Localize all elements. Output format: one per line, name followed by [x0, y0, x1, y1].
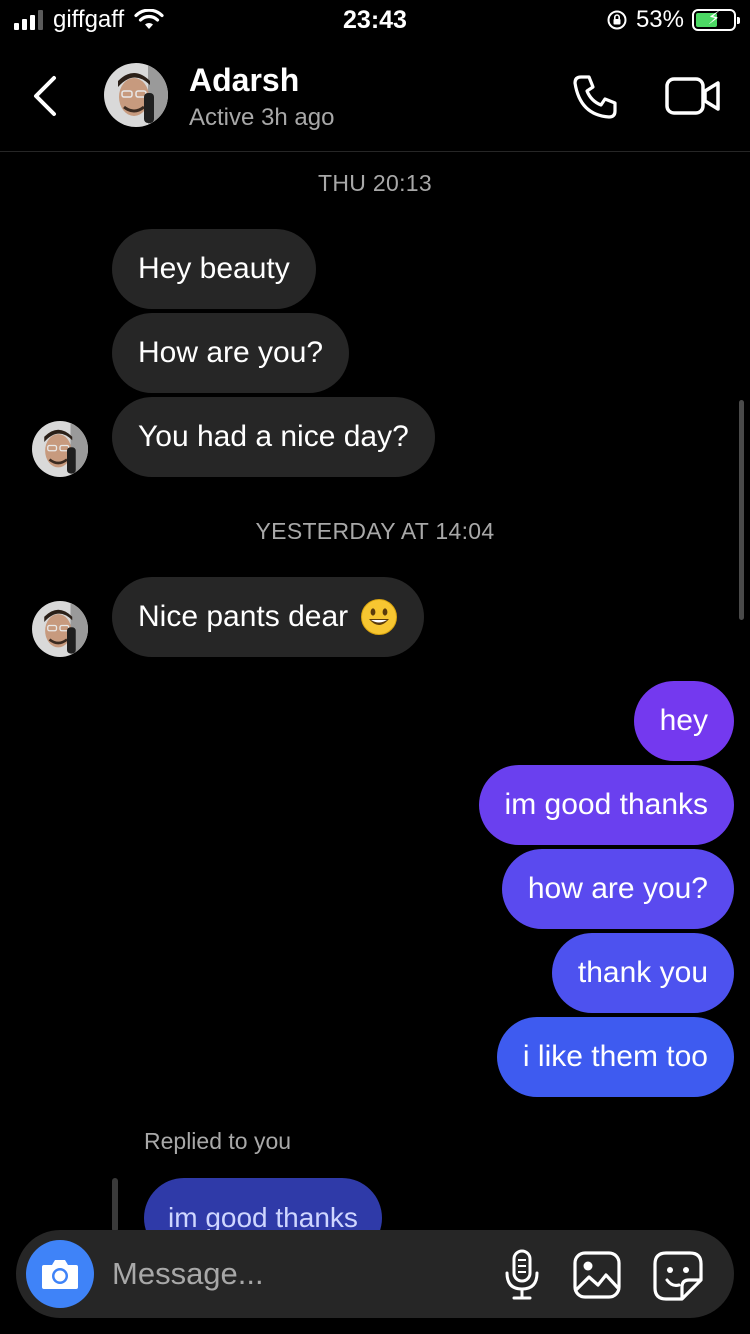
- message-text: Nice pants dear: [138, 600, 349, 633]
- sender-avatar[interactable]: [32, 601, 88, 657]
- incoming-message[interactable]: You had a nice day?: [112, 397, 435, 477]
- active-status: Active 3h ago: [189, 104, 335, 131]
- battery-percent: 53%: [635, 6, 684, 33]
- contact-name[interactable]: Adarsh: [189, 62, 299, 99]
- scroll-indicator[interactable]: [739, 400, 744, 620]
- status-bar: giffgaff 23:43 53% ⚡: [0, 0, 750, 44]
- smiley-emoji-icon: [361, 599, 398, 635]
- incoming-message[interactable]: Hey beauty: [112, 229, 316, 309]
- incoming-message[interactable]: Nice pants dear: [112, 577, 425, 657]
- message-input[interactable]: [112, 1252, 472, 1296]
- incoming-message[interactable]: How are you?: [112, 313, 350, 393]
- outgoing-message[interactable]: hey: [633, 681, 734, 761]
- timestamp: YESTERDAY AT 14:04: [255, 518, 495, 544]
- battery-charging-icon: ⚡: [692, 8, 740, 31]
- sticker-icon[interactable]: [652, 1250, 704, 1302]
- video-camera-icon[interactable]: [664, 74, 722, 118]
- gallery-icon[interactable]: [572, 1250, 622, 1300]
- sender-avatar[interactable]: [32, 421, 88, 477]
- replied-label: Replied to you: [144, 1128, 292, 1154]
- outgoing-message[interactable]: thank you: [551, 933, 734, 1013]
- orientation-lock-icon: [607, 10, 627, 30]
- back-chevron-icon[interactable]: [26, 72, 70, 120]
- phone-icon[interactable]: [570, 72, 620, 122]
- message-composer: [16, 1230, 734, 1318]
- chat-header: Adarsh Active 3h ago: [0, 44, 750, 152]
- camera-button[interactable]: [26, 1240, 94, 1308]
- outgoing-message[interactable]: im good thanks: [478, 765, 734, 845]
- reply-quote-bar: [112, 1178, 118, 1232]
- camera-icon: [42, 1260, 78, 1289]
- microphone-icon[interactable]: [502, 1248, 542, 1302]
- avatar[interactable]: [104, 63, 168, 127]
- outgoing-message[interactable]: how are you?: [501, 849, 734, 929]
- outgoing-message[interactable]: i like them too: [496, 1017, 734, 1097]
- timestamp: THU 20:13: [318, 170, 432, 196]
